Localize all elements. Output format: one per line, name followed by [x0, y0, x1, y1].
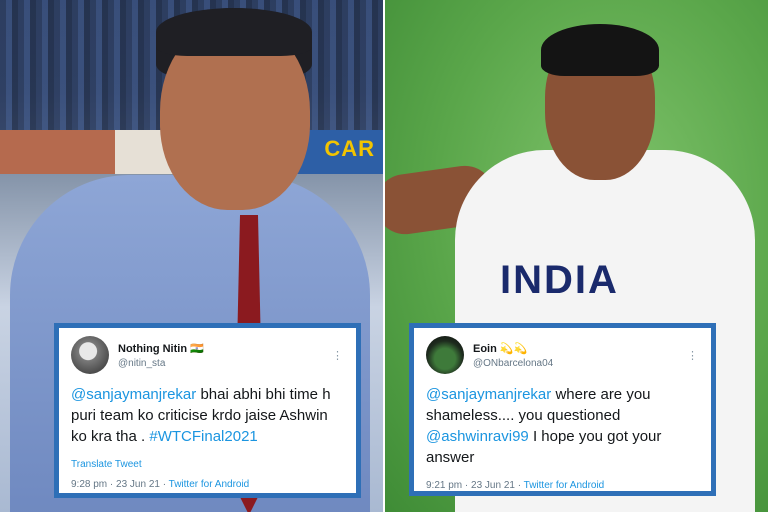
banner-text: CAR — [324, 136, 375, 161]
tweet-card-left: Nothing Nitin 🇮🇳 @nitin_sta ⋮ @sanjayman… — [54, 323, 361, 498]
mention-link[interactable]: @sanjaymanjrekar — [71, 386, 196, 403]
tweet-meta: 9:28 pm · 23 Jun 21 · Twitter for Androi… — [71, 479, 344, 490]
timestamp[interactable]: 9:21 pm · 23 Jun 21 · — [426, 480, 524, 491]
tweet-meta: 9:21 pm · 23 Jun 21 · Twitter for Androi… — [426, 480, 699, 491]
user-handle[interactable]: @ONbarcelona04 — [473, 358, 687, 369]
tweet-header: Eoin 💫💫 @ONbarcelona04 ⋮ — [426, 336, 699, 374]
hair — [541, 24, 659, 76]
tweet-card-right: Eoin 💫💫 @ONbarcelona04 ⋮ @sanjaymanjreka… — [409, 323, 716, 496]
jersey-text: INDIA — [500, 258, 619, 302]
more-options-icon[interactable]: ⋮ — [687, 349, 699, 362]
source-link[interactable]: Twitter for Android — [169, 479, 250, 490]
timestamp[interactable]: 9:28 pm · 23 Jun 21 · — [71, 479, 169, 490]
avatar[interactable] — [426, 336, 464, 374]
source-link[interactable]: Twitter for Android — [524, 480, 605, 491]
translate-link[interactable]: Translate Tweet — [71, 459, 344, 470]
user-handle[interactable]: @nitin_sta — [118, 358, 332, 369]
mention-link[interactable]: @sanjaymanjrekar — [426, 386, 551, 403]
hashtag-link[interactable]: #WTCFinal2021 — [149, 428, 257, 445]
tweet-header: Nothing Nitin 🇮🇳 @nitin_sta ⋮ — [71, 336, 344, 374]
more-options-icon[interactable]: ⋮ — [332, 349, 344, 362]
tweet-author: Eoin 💫💫 @ONbarcelona04 — [473, 342, 687, 369]
hair-top — [156, 8, 312, 56]
tweet-author: Nothing Nitin 🇮🇳 @nitin_sta — [118, 342, 332, 369]
tweet-text: @sanjaymanjrekar bhai abhi bhi time h pu… — [71, 384, 344, 447]
avatar[interactable] — [71, 336, 109, 374]
display-name[interactable]: Eoin 💫💫 — [473, 342, 687, 355]
tweet-text: @sanjaymanjrekar where are you shameless… — [426, 384, 699, 468]
display-name[interactable]: Nothing Nitin 🇮🇳 — [118, 342, 332, 355]
mention-link[interactable]: @ashwinravi99 — [426, 428, 529, 445]
